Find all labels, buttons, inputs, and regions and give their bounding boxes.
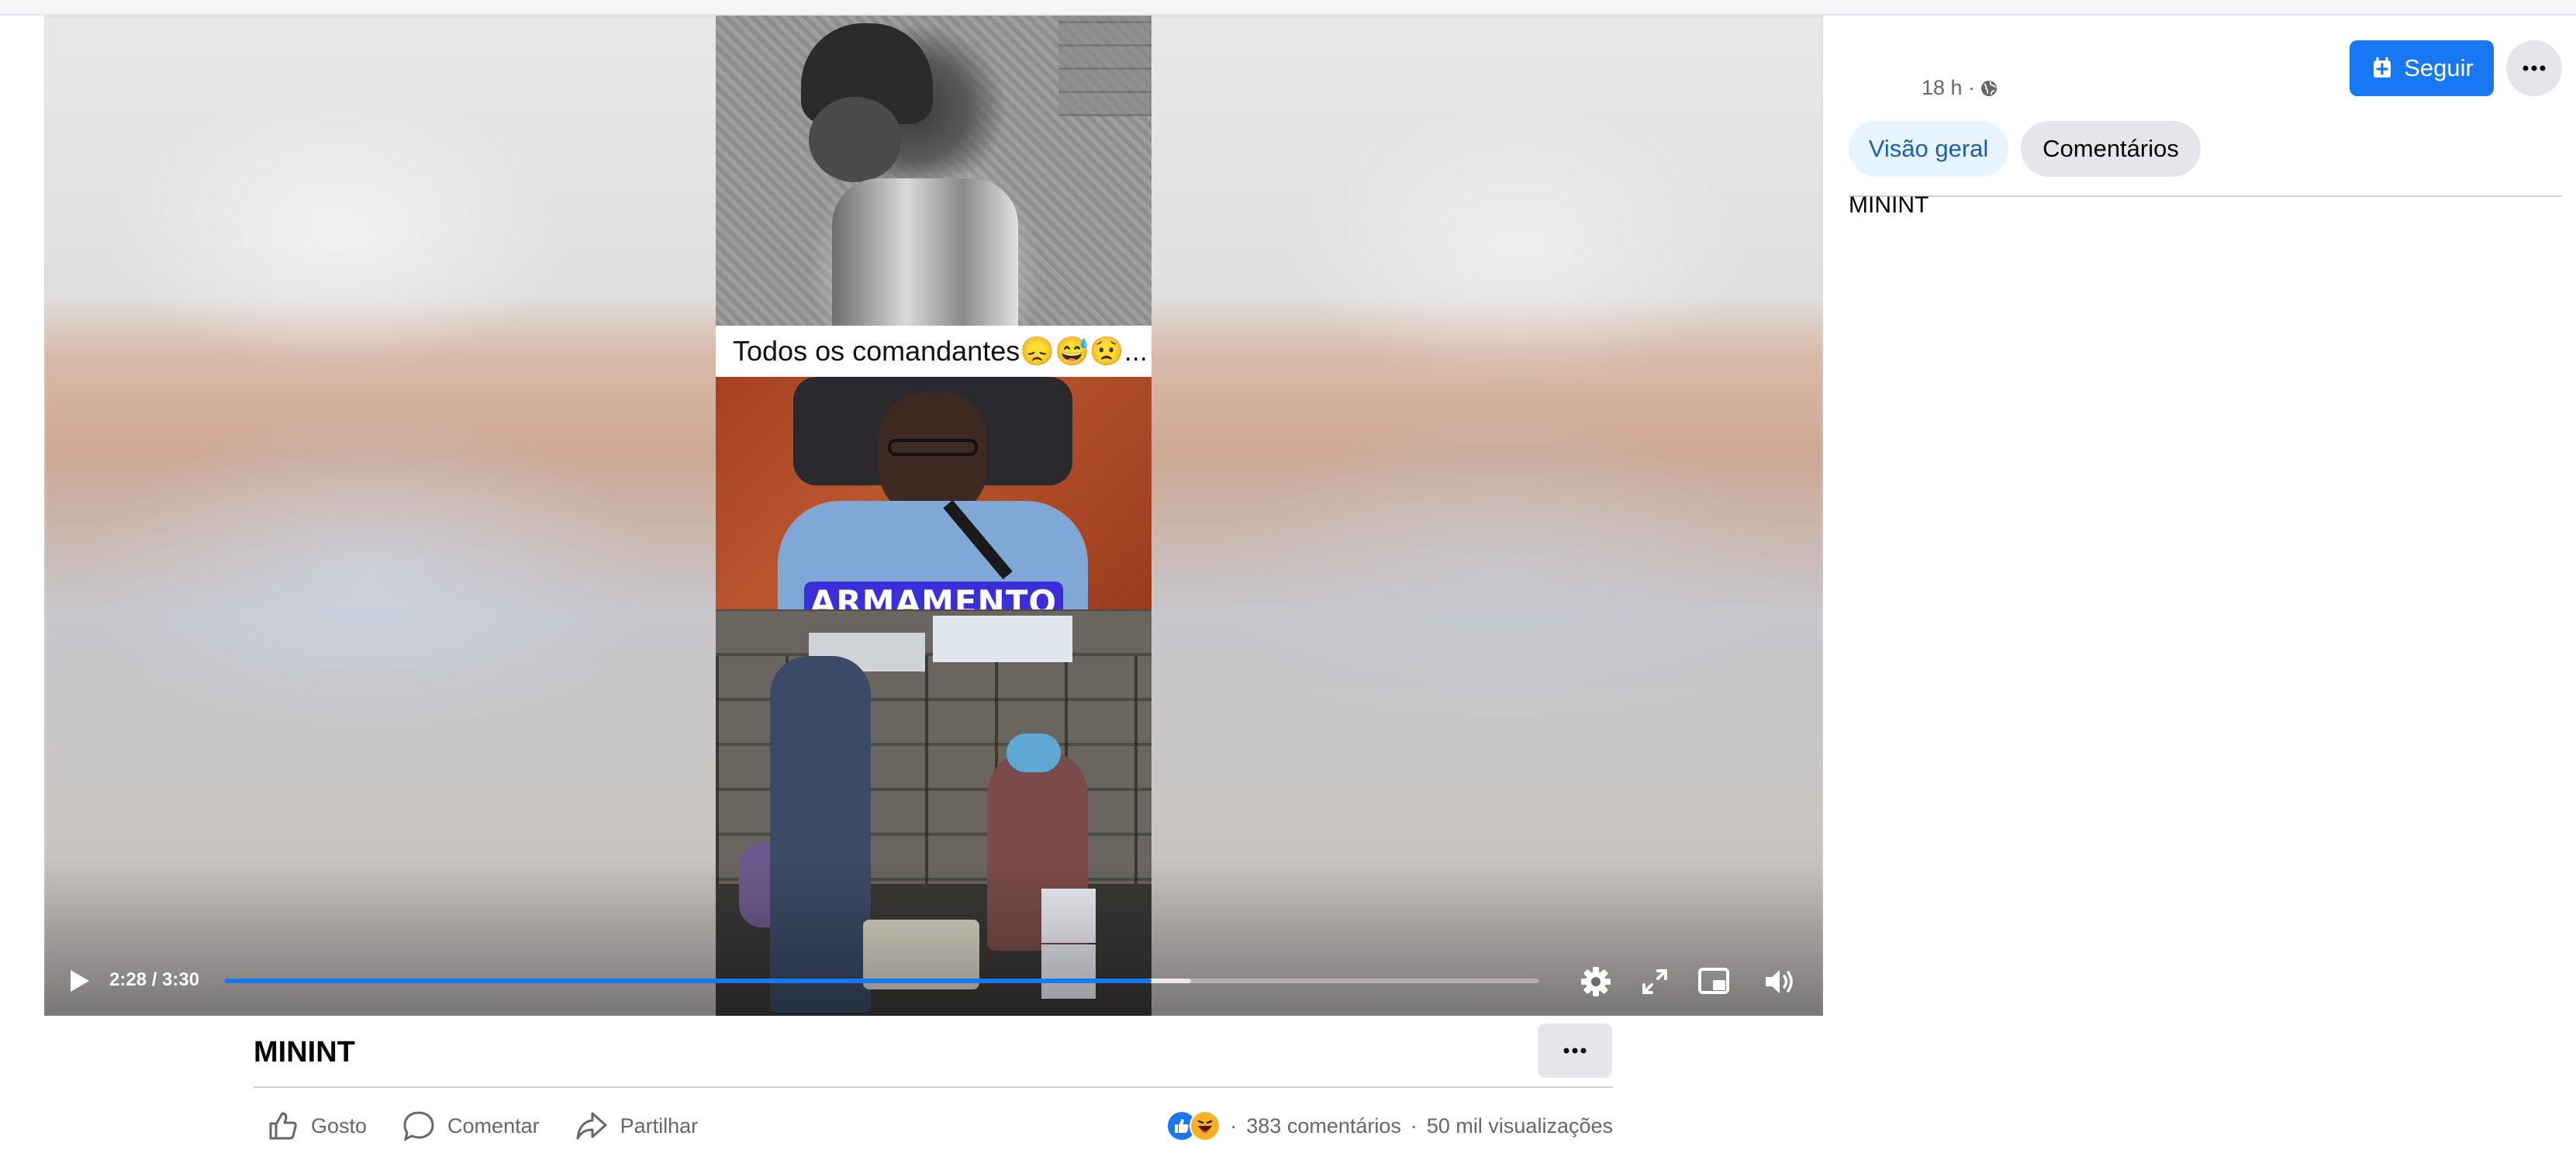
- video-caption-text: Todos os comandantes😞😅😟...: [733, 335, 1148, 367]
- share-button[interactable]: Partilhar: [575, 1110, 699, 1141]
- comment-label: Comentar: [447, 1113, 540, 1138]
- stats-separator: ·: [1410, 1113, 1417, 1138]
- like-label: Gosto: [311, 1113, 368, 1138]
- panel-more-options-button[interactable]: [2506, 40, 2562, 96]
- globe-icon: [1981, 80, 1998, 96]
- view-count: 50 mil visualizações: [1426, 1113, 1613, 1138]
- post-description: MININT: [1849, 192, 1929, 218]
- video-player[interactable]: Todos os comandantes😞😅😟... ARMAMENTO 2:2…: [44, 16, 1823, 1016]
- post-more-options-button[interactable]: [1538, 1024, 1612, 1078]
- post-time-text[interactable]: 18 h ·: [1922, 76, 1975, 100]
- more-dots-icon: [1563, 1048, 1587, 1054]
- comment-button[interactable]: Comentar: [402, 1110, 540, 1141]
- gear-icon[interactable]: [1577, 963, 1614, 1000]
- video-played-bar: [224, 979, 1152, 983]
- follow-page-icon: [2374, 57, 2391, 78]
- video-time-display: 2:28 / 3:30: [109, 969, 200, 990]
- like-button[interactable]: Gosto: [268, 1110, 367, 1141]
- panel-divider: [1849, 195, 2562, 197]
- video-panel-child-photo: [716, 16, 1152, 326]
- thumbs-up-icon: [269, 1112, 297, 1140]
- post-action-bar: Gosto Comentar Partilhar: [268, 1103, 698, 1149]
- video-caption-overlay: Todos os comandantes😞😅😟...: [716, 326, 1152, 377]
- post-stats: · 383 comentários · 50 mil visualizações: [1166, 1109, 1613, 1143]
- more-dots-icon: [2522, 65, 2546, 71]
- follow-button[interactable]: Seguir: [2350, 40, 2494, 96]
- tab-comments[interactable]: Comentários: [2021, 121, 2201, 177]
- share-label: Partilhar: [620, 1113, 699, 1138]
- play-icon[interactable]: [61, 963, 97, 999]
- video-controls: 2:28 / 3:30: [44, 946, 1823, 1016]
- expand-icon[interactable]: [1636, 963, 1673, 1000]
- share-arrow-icon: [576, 1112, 607, 1140]
- video-panel-officer-press: ARMAMENTO: [716, 377, 1152, 623]
- haha-reaction-icon: [1190, 1110, 1221, 1141]
- volume-icon[interactable]: [1761, 963, 1798, 1000]
- reaction-summary[interactable]: [1166, 1110, 1221, 1141]
- video-progress-bar[interactable]: [224, 979, 1539, 983]
- picture-in-picture-icon[interactable]: [1695, 963, 1732, 1000]
- comment-bubble-icon: [403, 1111, 434, 1141]
- top-bar-edge: [0, 0, 2576, 16]
- tab-overview[interactable]: Visão geral: [1849, 121, 2008, 177]
- follow-label: Seguir: [2404, 54, 2474, 81]
- post-title: MININT: [254, 1036, 355, 1069]
- stats-separator: ·: [1230, 1113, 1238, 1138]
- post-timestamp: 18 h ·: [1922, 76, 1998, 100]
- post-divider: [254, 1086, 1613, 1088]
- comment-count[interactable]: 383 comentários: [1246, 1114, 1401, 1138]
